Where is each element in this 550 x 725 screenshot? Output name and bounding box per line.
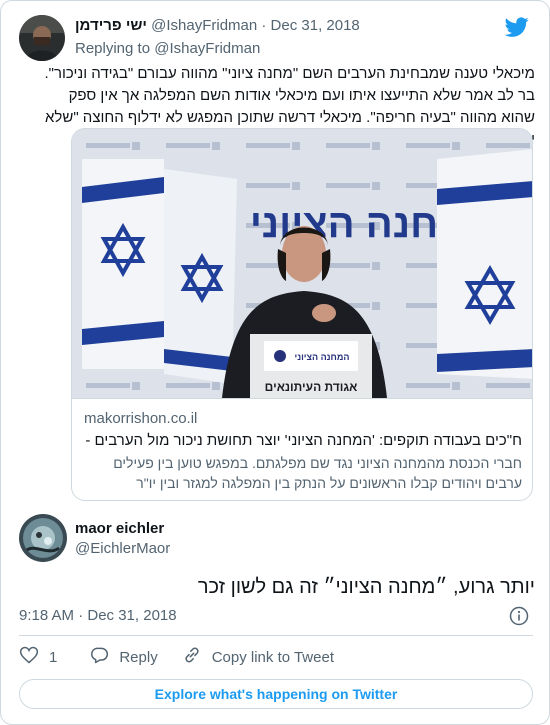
heart-icon [19, 645, 39, 669]
like-button[interactable]: 1 [19, 645, 57, 669]
podium: המחנה הציוני אגודת העיתונאים [250, 334, 372, 398]
main-author-name[interactable]: maor eichler [75, 519, 164, 539]
podium-text: אגודת העיתונאים [265, 380, 358, 394]
link-preview-info: makorrishon.co.il ח"כים בעבודה תוקפים: '… [72, 398, 532, 500]
divider [19, 635, 533, 636]
like-count: 1 [49, 648, 58, 666]
copy-link-label: Copy link to Tweet [211, 648, 334, 666]
link-icon [182, 645, 202, 669]
left-flag [82, 159, 164, 369]
reply-bubble-icon [89, 645, 109, 669]
replying-to[interactable]: Replying to @IshayFridman [75, 38, 260, 60]
main-author-handle[interactable]: @EichlerMaor [75, 539, 170, 559]
reply-label: Reply [119, 648, 158, 666]
quoted-handle-date[interactable]: @IshayFridman · Dec 31, 2018 [151, 17, 360, 34]
link-preview-card[interactable]: המחנה הציוני המחנה הציוני אגודת העיתונאי… [71, 128, 533, 501]
podium-logo-text: המחנה הציוני [295, 352, 350, 362]
link-description: חברי הכנסת מהמחנה הציוני נגד שם מפלגתם. … [113, 455, 522, 491]
link-preview-image: המחנה הציוני המחנה הציוני אגודת העיתונאי… [72, 129, 532, 398]
quoted-tweet-header: ישי פרידמן @IshayFridman · Dec 31, 2018 [75, 15, 360, 37]
info-icon[interactable] [509, 606, 529, 626]
reply-button[interactable]: Reply [89, 645, 158, 669]
twitter-bird-icon[interactable] [504, 15, 529, 39]
link-domain: makorrishon.co.il [84, 410, 198, 427]
main-tweet-text: יותר גרוע, ״מחנה הציוני״ זה גם לשון זכר [197, 576, 535, 598]
explore-button[interactable]: Explore what's happening on Twitter [19, 679, 533, 709]
link-title: ח"כים בעבודה תוקפים: 'המחנה הציוני' יוצר… [84, 432, 522, 449]
tweet-embed-card: ישי פרידמן @IshayFridman · Dec 31, 2018 … [0, 0, 550, 725]
right-flag [437, 149, 532, 379]
quoted-author-avatar[interactable] [19, 15, 65, 61]
tweet-actions: 1 Reply Copy link to Tweet [19, 646, 334, 668]
left-flag-2 [164, 169, 237, 384]
main-author-avatar[interactable] [19, 514, 67, 562]
quoted-author-name[interactable]: ישי פרידמן [75, 17, 147, 34]
tweet-timestamp[interactable]: 9:18 AM · Dec 31, 2018 [19, 606, 177, 626]
copy-link-button[interactable]: Copy link to Tweet [182, 645, 334, 669]
